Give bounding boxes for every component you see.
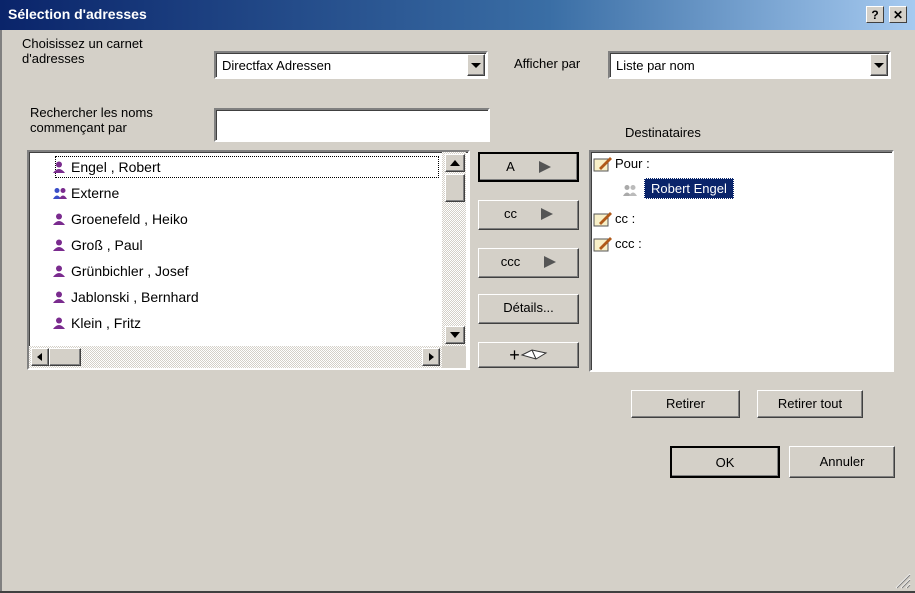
bcc-group-label: ccc :: [615, 236, 642, 251]
arrow-right-icon: [541, 208, 553, 220]
view-value: Liste par nom: [616, 58, 695, 73]
new-contact-button[interactable]: +: [478, 342, 579, 368]
to-label: A: [506, 159, 515, 174]
list-item[interactable]: Groß , Paul: [53, 234, 143, 256]
list-item[interactable]: Engel , Robert: [53, 156, 161, 178]
dropdown-arrow-icon[interactable]: [467, 54, 485, 76]
list-item-label: Externe: [71, 185, 120, 201]
scroll-right-icon[interactable]: [422, 348, 440, 366]
list-item[interactable]: Jablonski , Bernhard: [53, 286, 199, 308]
scroll-thumb[interactable]: [445, 174, 465, 202]
addressbook-select[interactable]: Directfax Adressen: [214, 51, 488, 79]
list-item[interactable]: Groenefeld , Heiko: [53, 208, 188, 230]
person-icon: [53, 235, 65, 251]
list-item-label: Jablonski , Bernhard: [71, 289, 199, 305]
names-list[interactable]: Engel , Robert Externe Groenefeld , Heik…: [27, 150, 470, 370]
remove-button[interactable]: Retirer: [631, 390, 740, 418]
recipients-tree[interactable]: Pour : Robert Engel cc : ccc :: [589, 150, 894, 372]
close-button[interactable]: ✕: [889, 6, 907, 23]
person-icon: [53, 157, 65, 173]
view-select[interactable]: Liste par nom: [608, 51, 891, 79]
recipients-title: Destinataires: [625, 125, 701, 140]
scroll-up-icon[interactable]: [445, 154, 465, 172]
recipient-item[interactable]: Robert Engel: [644, 178, 734, 199]
bcc-button[interactable]: ccc: [478, 248, 579, 278]
cc-button[interactable]: cc: [478, 200, 579, 230]
cc-group-label: cc :: [615, 211, 636, 226]
resize-grip-icon[interactable]: [893, 571, 911, 589]
details-button[interactable]: Détails...: [478, 294, 579, 324]
recipient-icon: [623, 184, 637, 199]
help-button[interactable]: ?: [866, 6, 884, 23]
window-title: Sélection d'adresses: [8, 6, 147, 22]
to-button[interactable]: A: [478, 152, 579, 182]
arrow-right-icon: [544, 256, 557, 268]
person-icon: [53, 313, 65, 329]
addressbook-label: Choisissez un carnet d'adresses: [22, 36, 143, 66]
cancel-button[interactable]: Annuler: [789, 446, 895, 478]
list-item-label: Grünbichler , Josef: [71, 263, 189, 279]
remove-all-button[interactable]: Retirer tout: [757, 390, 863, 418]
list-item[interactable]: Grünbichler , Josef: [53, 260, 189, 282]
hscroll-thumb[interactable]: [49, 348, 81, 366]
notepad-icon: [593, 156, 613, 172]
to-group-label: Pour :: [615, 156, 650, 171]
person-icon: [53, 287, 65, 303]
notepad-icon: [593, 236, 613, 252]
ok-button[interactable]: OK: [670, 446, 780, 478]
notepad-icon: [593, 211, 613, 227]
vertical-scrollbar[interactable]: [442, 152, 466, 346]
search-input[interactable]: [214, 108, 490, 142]
list-item-label: Groenefeld , Heiko: [71, 211, 188, 227]
scroll-left-icon[interactable]: [31, 348, 49, 366]
scroll-down-icon[interactable]: [445, 326, 465, 344]
addressbook-value: Directfax Adressen: [222, 58, 332, 73]
window-border-left: [0, 30, 2, 593]
scroll-corner: [442, 346, 466, 368]
arrow-right-icon: [538, 161, 551, 173]
group-icon: [53, 183, 67, 199]
plus-label: +: [509, 345, 520, 365]
list-item-label: Engel , Robert: [71, 159, 161, 175]
person-icon: [53, 261, 65, 277]
horizontal-scrollbar[interactable]: [29, 346, 442, 368]
search-label: Rechercher les noms commençant par: [30, 105, 153, 135]
list-item-label: Groß , Paul: [71, 237, 143, 253]
cc-label: cc: [504, 206, 517, 221]
person-icon: [53, 209, 65, 225]
list-item[interactable]: Externe: [53, 182, 119, 204]
bcc-label: ccc: [500, 254, 521, 269]
dropdown-arrow-icon[interactable]: [870, 54, 888, 76]
list-item[interactable]: Klein , Fritz: [53, 312, 141, 334]
details-label: Détails...: [503, 300, 554, 315]
address-book-icon: [520, 345, 548, 365]
view-label: Afficher par: [514, 56, 581, 71]
list-item-label: Klein , Fritz: [71, 315, 142, 331]
